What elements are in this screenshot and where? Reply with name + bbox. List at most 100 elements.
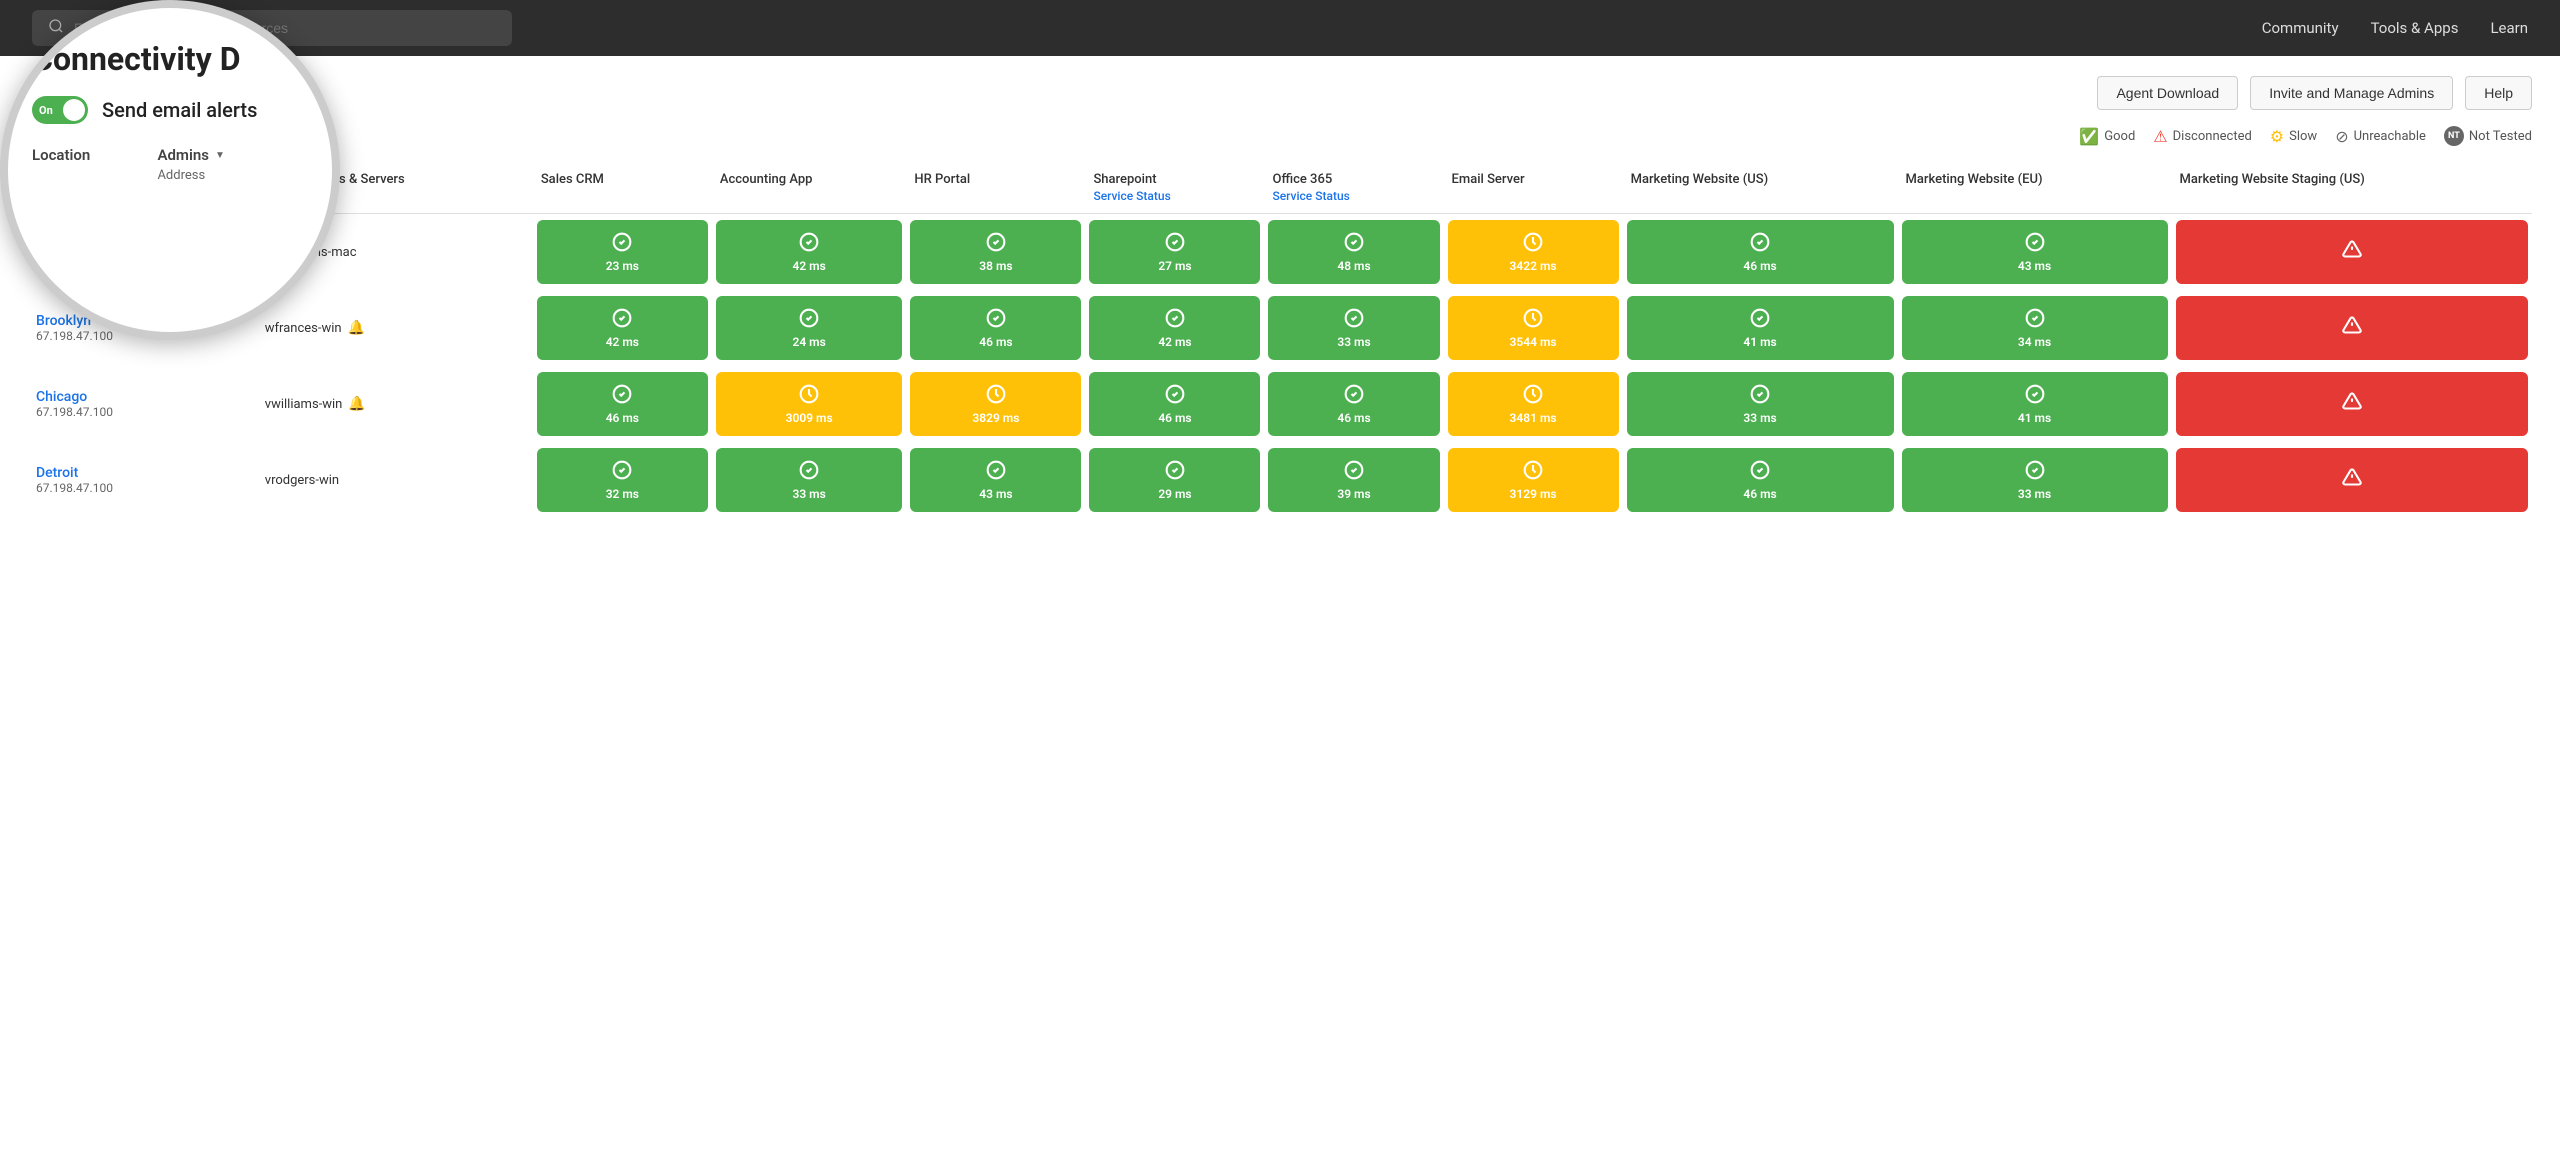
workstation-cell-2: vwilliams-win🔔: [261, 366, 533, 442]
status-indicator: 33 ms: [1268, 296, 1439, 360]
status-cell-3-5[interactable]: 3129 ms: [1444, 442, 1623, 518]
targets-table-wrapper: Location Workstations & Servers Sales CR…: [28, 162, 2532, 518]
status-cell-2-0[interactable]: 46 ms: [533, 366, 712, 442]
status-type-icon: [612, 460, 632, 485]
status-cell-1-7[interactable]: 34 ms: [1898, 290, 2172, 366]
status-cell-2-3[interactable]: 46 ms: [1085, 366, 1264, 442]
bell-icon[interactable]: 🔔: [348, 320, 365, 336]
status-type-icon: [986, 308, 1006, 333]
status-type-icon: [2342, 239, 2362, 264]
status-type-icon: [799, 232, 819, 257]
status-type-icon: [2025, 308, 2045, 333]
workstation-cell-1: wfrances-win🔔: [261, 290, 533, 366]
help-button[interactable]: Help: [2465, 76, 2532, 110]
status-indicator: 39 ms: [1268, 448, 1439, 512]
status-cell-1-1[interactable]: 24 ms: [712, 290, 907, 366]
agent-download-button[interactable]: Agent Download: [2097, 76, 2238, 110]
status-indicator: 33 ms: [1902, 448, 2168, 512]
status-ms: 29 ms: [1158, 487, 1191, 501]
status-ms: 3129 ms: [1510, 487, 1557, 501]
nav-tools-apps[interactable]: Tools & Apps: [2371, 19, 2459, 37]
status-indicator: 42 ms: [716, 220, 903, 284]
unreachable-icon: ⊘: [2335, 127, 2348, 146]
status-ms: 3544 ms: [1510, 335, 1557, 349]
status-type-icon: [1165, 308, 1185, 333]
nav-learn[interactable]: Learn: [2490, 19, 2528, 37]
status-cell-3-8[interactable]: [2172, 442, 2533, 518]
status-indicator: 42 ms: [1089, 296, 1260, 360]
toggle-description: Send email alerts: [102, 98, 257, 122]
status-type-icon: [2025, 384, 2045, 409]
status-ms: 46 ms: [1743, 487, 1776, 501]
status-ms: 46 ms: [1743, 259, 1776, 273]
status-cell-0-2[interactable]: 38 ms: [906, 214, 1085, 291]
status-cell-0-0[interactable]: 23 ms: [533, 214, 712, 291]
status-cell-3-7[interactable]: 33 ms: [1898, 442, 2172, 518]
status-cell-2-8[interactable]: [2172, 366, 2533, 442]
status-cell-1-5[interactable]: 3544 ms: [1444, 290, 1623, 366]
status-cell-1-3[interactable]: 42 ms: [1085, 290, 1264, 366]
location-name[interactable]: Chicago: [36, 389, 257, 405]
status-cell-2-1[interactable]: 3009 ms: [712, 366, 907, 442]
status-cell-2-4[interactable]: 46 ms: [1264, 366, 1443, 442]
table-row: Austin 67.198.47.100 wstephens-mac 23 ms…: [28, 214, 2532, 291]
status-indicator: 29 ms: [1089, 448, 1260, 512]
status-indicator: 41 ms: [1627, 296, 1894, 360]
status-ms: 33 ms: [1743, 411, 1776, 425]
status-cell-1-6[interactable]: 41 ms: [1623, 290, 1898, 366]
status-indicator: 46 ms: [1627, 220, 1894, 284]
status-cell-0-7[interactable]: 43 ms: [1898, 214, 2172, 291]
status-cell-1-8[interactable]: [2172, 290, 2533, 366]
status-indicator: 46 ms: [1627, 448, 1894, 512]
status-ms: 43 ms: [979, 487, 1012, 501]
status-cell-0-1[interactable]: 42 ms: [712, 214, 907, 291]
col-header-mkt-us: Marketing Website (US): [1623, 162, 1898, 214]
status-cell-0-4[interactable]: 48 ms: [1264, 214, 1443, 291]
office365-service-status-link[interactable]: Service Status: [1272, 189, 1435, 203]
status-cell-2-7[interactable]: 41 ms: [1898, 366, 2172, 442]
email-alerts-toggle[interactable]: On: [32, 96, 88, 124]
status-type-icon: [2025, 460, 2045, 485]
status-cell-0-8[interactable]: [2172, 214, 2533, 291]
status-cell-3-0[interactable]: 32 ms: [533, 442, 712, 518]
status-type-icon: [1750, 460, 1770, 485]
sharepoint-service-status-link[interactable]: Service Status: [1093, 189, 1256, 203]
status-cell-3-1[interactable]: 33 ms: [712, 442, 907, 518]
status-ms: 3422 ms: [1510, 259, 1557, 273]
status-ms: 42 ms: [1158, 335, 1191, 349]
nav-community[interactable]: Community: [2262, 19, 2339, 37]
status-cell-0-5[interactable]: 3422 ms: [1444, 214, 1623, 291]
status-cell-1-2[interactable]: 46 ms: [906, 290, 1085, 366]
legend-good: ✅ Good: [2079, 127, 2135, 146]
status-cell-2-5[interactable]: 3481 ms: [1444, 366, 1623, 442]
status-indicator: 43 ms: [910, 448, 1081, 512]
status-cell-3-4[interactable]: 39 ms: [1264, 442, 1443, 518]
status-type-icon: [1523, 232, 1543, 257]
location-name[interactable]: Detroit: [36, 465, 257, 481]
status-cell-0-3[interactable]: 27 ms: [1085, 214, 1264, 291]
table-row: Brooklyn 67.198.47.100 wfrances-win🔔 42 …: [28, 290, 2532, 366]
status-type-icon: [799, 460, 819, 485]
status-ms: 3481 ms: [1510, 411, 1557, 425]
status-cell-3-2[interactable]: 43 ms: [906, 442, 1085, 518]
status-cell-1-0[interactable]: 42 ms: [533, 290, 712, 366]
legend-unreachable: ⊘ Unreachable: [2335, 127, 2426, 146]
invite-admins-button[interactable]: Invite and Manage Admins: [2250, 76, 2453, 110]
status-cell-2-6[interactable]: 33 ms: [1623, 366, 1898, 442]
magnifier-overlay: Connectivity D On Send email alerts Loca…: [0, 0, 340, 340]
status-cell-3-3[interactable]: 29 ms: [1085, 442, 1264, 518]
table-header-row: Location Workstations & Servers Sales CR…: [28, 162, 2532, 214]
status-cell-0-6[interactable]: 46 ms: [1623, 214, 1898, 291]
status-cell-1-4[interactable]: 33 ms: [1264, 290, 1443, 366]
status-cell-3-6[interactable]: 46 ms: [1623, 442, 1898, 518]
status-ms: 3009 ms: [786, 411, 833, 425]
col-header-sharepoint: Sharepoint Service Status: [1085, 162, 1264, 214]
status-type-icon: [1523, 384, 1543, 409]
status-indicator: 3422 ms: [1448, 220, 1619, 284]
bell-icon[interactable]: 🔔: [348, 396, 365, 412]
status-indicator: 38 ms: [910, 220, 1081, 284]
nav-links: Community Tools & Apps Learn: [2262, 19, 2528, 37]
status-type-icon: [1750, 308, 1770, 333]
status-cell-2-2[interactable]: 3829 ms: [906, 366, 1085, 442]
top-nav: Community Tools & Apps Learn: [0, 0, 2560, 56]
